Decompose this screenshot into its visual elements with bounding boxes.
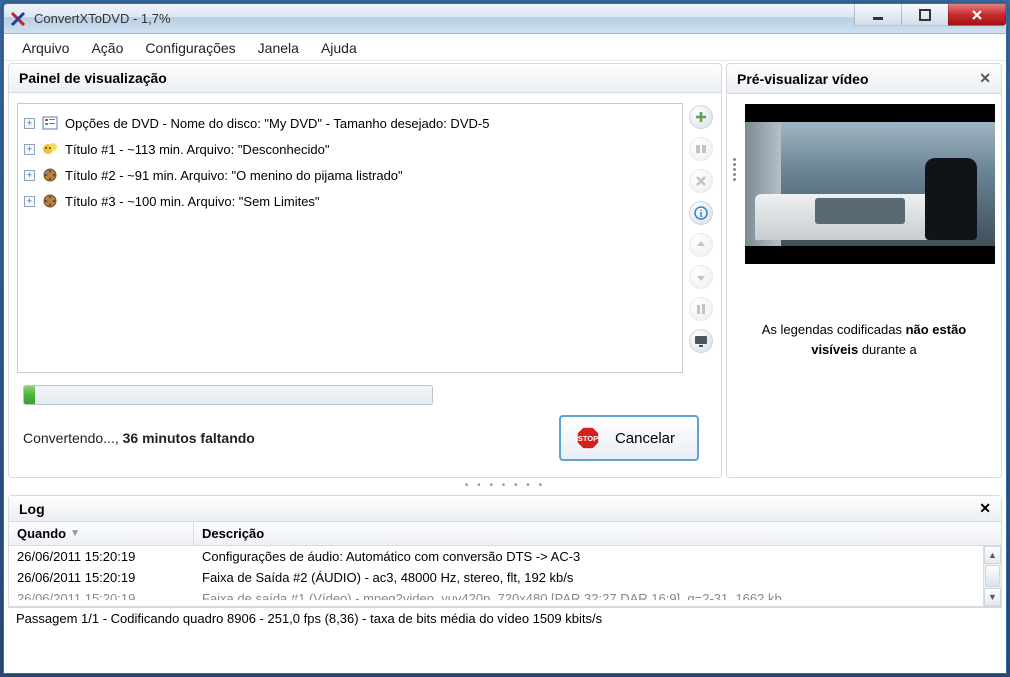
log-body[interactable]: 26/06/2011 15:20:19 Configurações de áud… [9,546,983,606]
visualization-panel: Painel de visualização + Opções de DVD -… [8,63,722,478]
expand-icon[interactable]: + [24,196,35,207]
preview-close-icon[interactable]: ✕ [979,70,991,87]
menu-configuracoes[interactable]: Configurações [145,40,235,56]
status-text: Convertendo..., 36 minutos faltando [23,430,255,446]
tree-row-dvd-options[interactable]: + Opções de DVD - Nome do disco: "My DVD… [22,110,678,136]
move-down-button[interactable] [689,265,713,289]
progress-bar [23,385,433,405]
svg-text:i: i [700,209,703,220]
expand-icon[interactable]: + [24,144,35,155]
tree-label: Título #2 - ~91 min. Arquivo: "O menino … [65,168,403,183]
statusbar: Passagem 1/1 - Codificando quadro 8906 -… [8,607,1002,629]
log-row[interactable]: 26/06/2011 15:20:19 Configurações de áud… [9,546,983,567]
close-button[interactable] [948,4,1006,26]
preview-header: Pré-visualizar vídeo ✕ [727,64,1001,94]
menu-acao[interactable]: Ação [91,40,123,56]
side-toolbar: i [689,103,713,373]
log-column-when[interactable]: Quando ▼ [9,522,194,545]
info-button[interactable]: i [689,201,713,225]
tree-label: Título #1 - ~113 min. Arquivo: "Desconhe… [65,142,329,157]
cancel-label: Cancelar [615,430,675,447]
log-header: Log ✕ [9,496,1001,522]
add-button[interactable] [689,105,713,129]
stop-icon: STOP [575,425,601,451]
preview-caption: As legendas codificadas não estão visíve… [733,320,995,359]
tree-row-title1[interactable]: + Título #1 - ~113 min. Arquivo: "Descon… [22,136,678,162]
log-row[interactable]: 26/06/2011 15:20:19 Faixa de Saída #2 (Á… [9,567,983,588]
menu-ajuda[interactable]: Ajuda [321,40,357,56]
drag-handle-icon[interactable] [733,158,741,181]
visualization-panel-header: Painel de visualização [9,64,721,93]
treeview[interactable]: + Opções de DVD - Nome do disco: "My DVD… [17,103,683,373]
merge-button[interactable] [689,137,713,161]
log-title: Log [19,501,45,517]
client-area: Painel de visualização + Opções de DVD -… [4,61,1006,673]
video-preview[interactable] [745,104,995,264]
svg-text:STOP: STOP [578,434,598,443]
tree-row-title2[interactable]: + Título #2 - ~91 min. Arquivo: "O menin… [22,162,678,188]
log-scrollbar[interactable]: ▲ ▼ [983,546,1001,606]
scroll-up-icon[interactable]: ▲ [984,546,1001,564]
expand-icon[interactable]: + [24,170,35,181]
progress-block: Convertendo..., 36 minutos faltando STOP… [9,381,721,477]
smiley-icon [41,140,59,158]
film-reel-icon [41,192,59,210]
log-row[interactable]: 26/06/2011 15:20:19 Faixa de saída #1 (V… [9,588,983,600]
splitter-handle-icon[interactable]: • • • • • • • [8,480,1002,491]
log-close-icon[interactable]: ✕ [979,500,991,517]
move-up-button[interactable] [689,233,713,257]
app-window: ConvertXToDVD - 1,7% Arquivo Ação Config… [3,3,1007,674]
menu-arquivo[interactable]: Arquivo [22,40,69,56]
remove-button[interactable] [689,169,713,193]
scroll-down-icon[interactable]: ▼ [984,588,1001,606]
tree-label: Opções de DVD - Nome do disco: "My DVD" … [65,116,489,131]
progress-fill [24,386,35,404]
menubar: Arquivo Ação Configurações Janela Ajuda [4,34,1006,61]
app-icon [10,11,28,27]
window-buttons [855,4,1006,33]
minimize-button[interactable] [854,4,902,26]
tree-row-title3[interactable]: + Título #3 - ~100 min. Arquivo: "Sem Li… [22,188,678,214]
preview-title: Pré-visualizar vídeo [737,71,869,87]
log-columns: Quando ▼ Descrição [9,522,1001,546]
window-title: ConvertXToDVD - 1,7% [34,11,855,26]
film-reel-icon [41,166,59,184]
sort-desc-icon: ▼ [70,528,80,539]
cancel-button[interactable]: STOP Cancelar [559,415,699,461]
titlebar: ConvertXToDVD - 1,7% [4,4,1006,34]
preview-panel: Pré-visualizar vídeo ✕ [726,63,1002,478]
settings-button[interactable] [689,297,713,321]
preview-toggle-button[interactable] [689,329,713,353]
scroll-thumb[interactable] [985,565,1000,587]
tree-label: Título #3 - ~100 min. Arquivo: "Sem Limi… [65,194,320,209]
log-column-desc[interactable]: Descrição [194,522,1001,545]
log-panel: Log ✕ Quando ▼ Descrição 26/06/2011 15:2… [8,495,1002,607]
maximize-button[interactable] [901,4,949,26]
statusbar-text: Passagem 1/1 - Codificando quadro 8906 -… [16,611,602,626]
expand-icon[interactable]: + [24,118,35,129]
visualization-title: Painel de visualização [19,70,167,86]
menu-janela[interactable]: Janela [258,40,299,56]
list-icon [41,114,59,132]
